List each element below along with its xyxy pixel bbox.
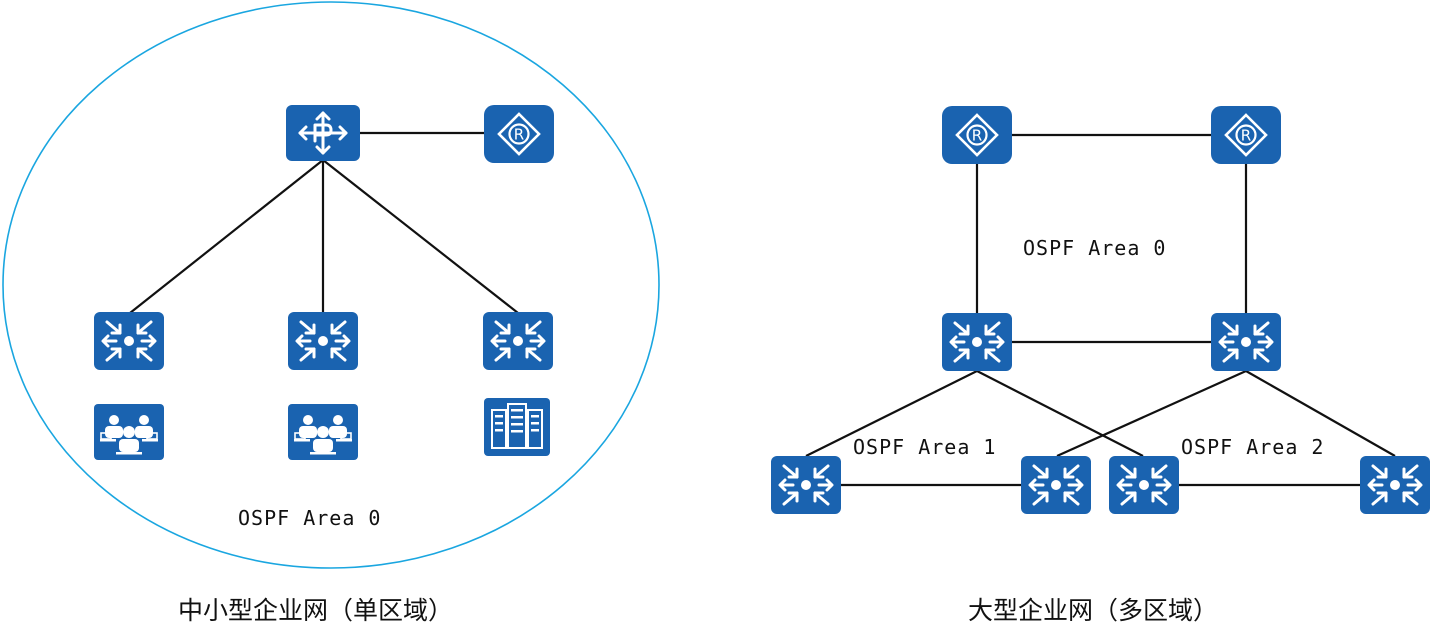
users-icon[interactable]: [93, 403, 165, 461]
switch-icon[interactable]: [1209, 311, 1283, 373]
right-area1-label: OSPF Area 1: [853, 435, 996, 459]
area0-boundary: [2, 1, 660, 569]
right-area2-label: OSPF Area 2: [1181, 435, 1324, 459]
switch-icon[interactable]: [1019, 454, 1093, 516]
switch-icon[interactable]: [769, 454, 843, 516]
link-core-switch-1: [129, 159, 324, 314]
left-caption: 中小型企业网（单区域）: [178, 596, 453, 625]
switch-icon[interactable]: [481, 310, 555, 372]
switch-icon[interactable]: [940, 311, 1014, 373]
right-network: OSPF Area 0 OSPF Area 1 OSPF Area 2 大型企业…: [769, 104, 1432, 625]
right-area0-label: OSPF Area 0: [1023, 236, 1166, 260]
switch-icon[interactable]: [92, 310, 166, 372]
switch-icon[interactable]: [1107, 454, 1181, 516]
right-caption: 大型企业网（多区域）: [968, 596, 1218, 625]
link-core-left-access-3: [976, 370, 1144, 457]
core-router-icon[interactable]: [284, 103, 362, 163]
server-icon[interactable]: [483, 397, 551, 457]
router-icon[interactable]: [482, 103, 556, 165]
switch-icon[interactable]: [286, 310, 360, 372]
left-area-label: OSPF Area 0: [238, 506, 381, 530]
switch-icon[interactable]: [1358, 454, 1432, 516]
link-core-switch-3: [322, 159, 519, 314]
network-diagram: R OSPF Area 0 中小型企业网（单区域） OSPF Area 0 OS…: [2, 1, 1432, 625]
router-icon[interactable]: [1209, 104, 1283, 166]
router-icon[interactable]: [940, 104, 1014, 166]
users-icon[interactable]: [287, 403, 359, 461]
left-network: OSPF Area 0 中小型企业网（单区域）: [2, 1, 660, 625]
